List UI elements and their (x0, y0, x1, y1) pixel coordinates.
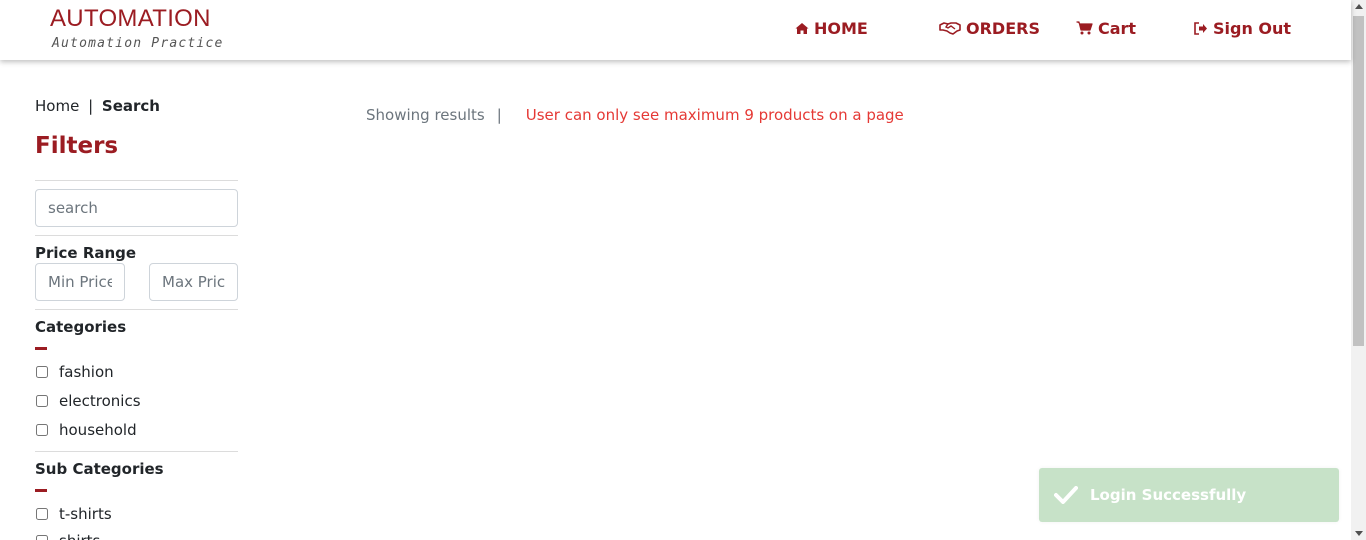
page-scrollbar[interactable] (1351, 0, 1366, 540)
sign-out-icon (1194, 21, 1207, 35)
sub-category-shirts-label: shirts (59, 532, 100, 540)
sub-category-shirts-checkbox[interactable] (36, 535, 48, 540)
nav-orders-label: ORDERS (966, 18, 1040, 38)
sub-categories-accent-bar (35, 489, 47, 492)
filters-divider (35, 235, 238, 236)
categories-label: Categories (35, 318, 127, 336)
sub-category-t-shirts-checkbox[interactable] (36, 508, 48, 520)
nav-home-link[interactable]: HOME (795, 17, 868, 39)
category-fashion-checkbox[interactable] (36, 366, 48, 378)
checkmark-icon (1054, 486, 1078, 504)
category-fashion[interactable]: fashion (35, 363, 114, 381)
filters-divider (35, 180, 238, 181)
min-price-input[interactable] (35, 263, 125, 301)
handshake-icon (939, 22, 961, 35)
scrollbar-thumb[interactable] (1353, 16, 1364, 346)
category-electronics-label: electronics (59, 392, 141, 410)
scroll-up-arrow-icon[interactable] (1355, 4, 1363, 9)
brand-subtitle: Automation Practice (52, 36, 224, 51)
nav-cart-label: Cart (1098, 18, 1137, 38)
price-range-label: Price Range (35, 244, 137, 262)
nav-sign-out-link[interactable]: Sign Out (1194, 17, 1291, 39)
sub-category-t-shirts[interactable]: t-shirts (35, 505, 112, 523)
results-bar: Showing results | User can only see maxi… (366, 106, 904, 124)
category-electronics[interactable]: electronics (35, 392, 141, 410)
sub-category-t-shirts-label: t-shirts (59, 505, 112, 523)
home-icon (795, 22, 809, 34)
filters-divider (35, 451, 238, 452)
nav-sign-out-label: Sign Out (1213, 18, 1292, 38)
search-input[interactable] (35, 189, 238, 227)
breadcrumb-separator: | (88, 97, 94, 115)
category-household-label: household (59, 421, 137, 439)
nav-cart-link[interactable]: Cart (1076, 17, 1136, 39)
breadcrumb-home[interactable]: Home (35, 97, 79, 115)
brand-logo[interactable]: AUTOMATION Automation Practice (50, 4, 224, 51)
results-limit-note: User can only see maximum 9 products on … (525, 106, 904, 124)
brand-title: AUTOMATION (50, 5, 211, 32)
results-label: Showing results (366, 106, 485, 124)
max-price-input[interactable] (149, 263, 238, 301)
results-separator: | (496, 106, 502, 124)
login-success-toast[interactable]: Login Successfully (1039, 468, 1339, 522)
category-household-checkbox[interactable] (36, 424, 48, 436)
filters-heading: Filters (35, 133, 119, 159)
filters-divider (35, 309, 238, 310)
categories-accent-bar (35, 347, 47, 350)
category-household[interactable]: household (35, 421, 137, 439)
breadcrumb-current: Search (101, 97, 160, 115)
nav-home-label: HOME (814, 18, 868, 38)
breadcrumb: Home | Search (35, 97, 160, 115)
toast-message: Login Successfully (1090, 486, 1247, 504)
sub-categories-label: Sub Categories (35, 460, 164, 478)
sub-category-shirts[interactable]: shirts (35, 532, 100, 540)
cart-icon (1076, 21, 1093, 35)
nav-orders-link[interactable]: ORDERS (939, 17, 1040, 39)
category-fashion-label: fashion (59, 363, 114, 381)
top-navbar: AUTOMATION Automation Practice HOME ORDE… (0, 0, 1351, 60)
category-electronics-checkbox[interactable] (36, 395, 48, 407)
scroll-down-arrow-icon[interactable] (1355, 531, 1363, 536)
